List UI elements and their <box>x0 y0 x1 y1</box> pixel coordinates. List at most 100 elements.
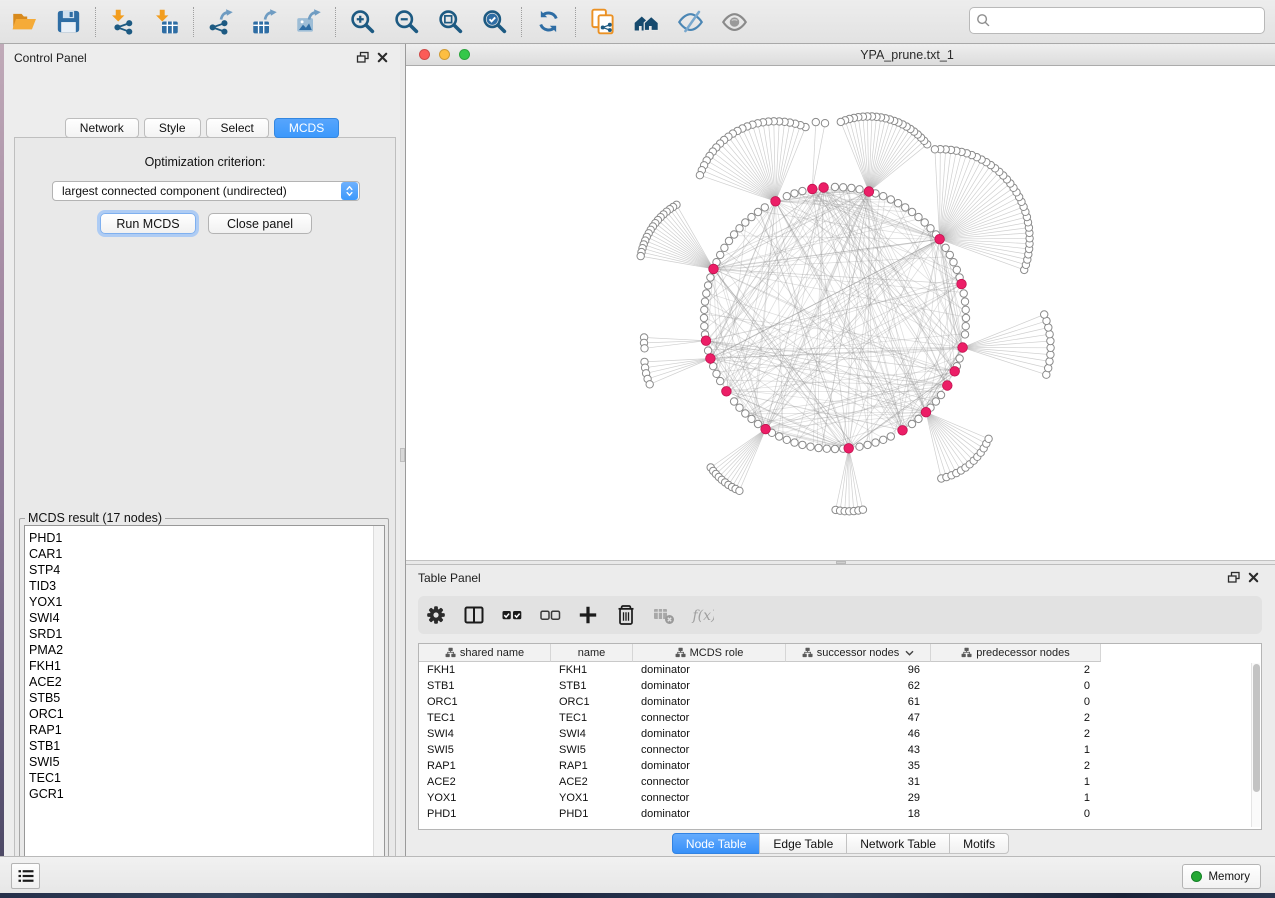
table-row[interactable]: RAP1RAP1dominator352 <box>419 758 1101 774</box>
mcds-hub-node[interactable] <box>898 426 908 436</box>
mcds-hub-node[interactable] <box>950 367 960 377</box>
tab-edge-table[interactable]: Edge Table <box>759 833 847 854</box>
tab-node-table[interactable]: Node Table <box>672 833 761 854</box>
table-cell[interactable]: STB1 <box>419 678 551 694</box>
mcds-result-item[interactable]: RAP1 <box>29 722 384 738</box>
minimize-traffic-light[interactable] <box>439 49 450 60</box>
table-cell[interactable]: dominator <box>633 678 786 694</box>
table-cell[interactable]: 1 <box>931 790 1101 806</box>
table-cell[interactable]: YOX1 <box>551 790 633 806</box>
mcds-result-item[interactable]: CAR1 <box>29 546 384 562</box>
close-panel-icon[interactable] <box>375 50 390 65</box>
mcds-hub-node[interactable] <box>722 387 732 397</box>
table-cell[interactable]: RAP1 <box>419 758 551 774</box>
mcds-hub-node[interactable] <box>921 407 931 417</box>
table-cell[interactable]: dominator <box>633 694 786 710</box>
tab-network-table[interactable]: Network Table <box>846 833 950 854</box>
table-cell[interactable]: 43 <box>786 742 931 758</box>
close-panel-button[interactable]: Close panel <box>208 213 312 234</box>
column-header-MCDS-role[interactable]: MCDS role <box>633 644 786 662</box>
table-cell[interactable]: 61 <box>786 694 931 710</box>
table-cell[interactable]: FKH1 <box>419 662 551 678</box>
zoom-traffic-light[interactable] <box>459 49 470 60</box>
run-mcds-button[interactable]: Run MCDS <box>100 213 196 234</box>
zoom-selected-button[interactable] <box>477 5 511 39</box>
gear-button[interactable] <box>421 600 451 630</box>
mcds-result-item[interactable]: PMA2 <box>29 642 384 658</box>
float-window-icon[interactable] <box>355 50 370 65</box>
table-cell[interactable]: 0 <box>931 806 1101 822</box>
first-neighbors-button[interactable] <box>629 5 663 39</box>
mcds-hub-node[interactable] <box>943 381 953 391</box>
unselect-all-button[interactable] <box>535 600 565 630</box>
mcds-hub-node[interactable] <box>808 184 818 194</box>
zoom-fit-button[interactable] <box>433 5 467 39</box>
columns-button[interactable] <box>459 600 489 630</box>
zoom-out-button[interactable] <box>389 5 423 39</box>
network-from-selection-button[interactable] <box>585 5 619 39</box>
memory-button[interactable]: Memory <box>1182 864 1261 889</box>
table-cell[interactable]: YOX1 <box>419 790 551 806</box>
table-cell[interactable]: dominator <box>633 662 786 678</box>
table-cell[interactable]: PHD1 <box>419 806 551 822</box>
column-header-predecessor-nodes[interactable]: predecessor nodes <box>931 644 1101 662</box>
export-image-button[interactable] <box>291 5 325 39</box>
network-graph[interactable] <box>406 66 1275 560</box>
table-scrollbar[interactable] <box>1251 663 1260 827</box>
add-button[interactable] <box>573 600 603 630</box>
mcds-result-item[interactable]: SRD1 <box>29 626 384 642</box>
table-cell[interactable]: SWI4 <box>551 726 633 742</box>
close-panel-icon[interactable] <box>1246 570 1261 585</box>
table-cell[interactable]: TEC1 <box>419 710 551 726</box>
delete-button[interactable] <box>611 600 641 630</box>
tab-mcds[interactable]: MCDS <box>274 118 339 138</box>
mcds-result-item[interactable]: PHD1 <box>29 530 384 546</box>
table-cell[interactable]: 2 <box>931 726 1101 742</box>
mcds-result-item[interactable]: STB1 <box>29 738 384 754</box>
refresh-button[interactable] <box>531 5 565 39</box>
mcds-result-item[interactable]: YOX1 <box>29 594 384 610</box>
mcds-hub-node[interactable] <box>706 354 716 364</box>
table-cell[interactable]: 46 <box>786 726 931 742</box>
search-input[interactable] <box>995 11 1258 31</box>
table-row[interactable]: YOX1YOX1connector291 <box>419 790 1101 806</box>
table-cell[interactable]: STB1 <box>551 678 633 694</box>
mcds-result-item[interactable]: GCR1 <box>29 786 384 802</box>
table-cell[interactable]: 1 <box>931 742 1101 758</box>
table-cell[interactable]: 62 <box>786 678 931 694</box>
mcds-result-item[interactable]: SWI5 <box>29 754 384 770</box>
table-cell[interactable]: dominator <box>633 806 786 822</box>
network-view[interactable] <box>406 66 1275 560</box>
table-row[interactable]: PHD1PHD1dominator180 <box>419 806 1101 822</box>
table-cell[interactable]: 1 <box>931 774 1101 790</box>
mcds-result-item[interactable]: STP4 <box>29 562 384 578</box>
table-row[interactable]: SWI4SWI4dominator462 <box>419 726 1101 742</box>
table-cell[interactable]: connector <box>633 710 786 726</box>
table-row[interactable]: STB1STB1dominator620 <box>419 678 1101 694</box>
table-cell[interactable]: ORC1 <box>551 694 633 710</box>
table-cell[interactable]: SWI4 <box>419 726 551 742</box>
search-box[interactable] <box>969 7 1265 34</box>
mcds-hub-node[interactable] <box>958 343 968 353</box>
tab-network[interactable]: Network <box>65 118 139 138</box>
open-folder-button[interactable] <box>7 5 41 39</box>
criterion-select[interactable]: largest connected component (undirected) <box>52 181 360 201</box>
mcds-hub-node[interactable] <box>771 197 781 207</box>
table-cell[interactable]: SWI5 <box>419 742 551 758</box>
table-row[interactable]: FKH1FKH1dominator962 <box>419 662 1101 678</box>
table-cell[interactable]: 35 <box>786 758 931 774</box>
table-cell[interactable]: dominator <box>633 726 786 742</box>
table-cell[interactable]: connector <box>633 790 786 806</box>
divider-handle[interactable] <box>836 561 846 564</box>
mcds-result-item[interactable]: STB5 <box>29 690 384 706</box>
column-header-name[interactable]: name <box>551 644 633 662</box>
table-cell[interactable]: 0 <box>931 694 1101 710</box>
tab-motifs[interactable]: Motifs <box>949 833 1009 854</box>
table-cell[interactable]: ORC1 <box>419 694 551 710</box>
table-cell[interactable]: 47 <box>786 710 931 726</box>
column-header-shared-name[interactable]: shared name <box>419 644 551 662</box>
mcds-hub-node[interactable] <box>844 444 854 454</box>
table-row[interactable]: SWI5SWI5connector431 <box>419 742 1101 758</box>
table-cell[interactable]: 29 <box>786 790 931 806</box>
hide-selected-button[interactable] <box>673 5 707 39</box>
